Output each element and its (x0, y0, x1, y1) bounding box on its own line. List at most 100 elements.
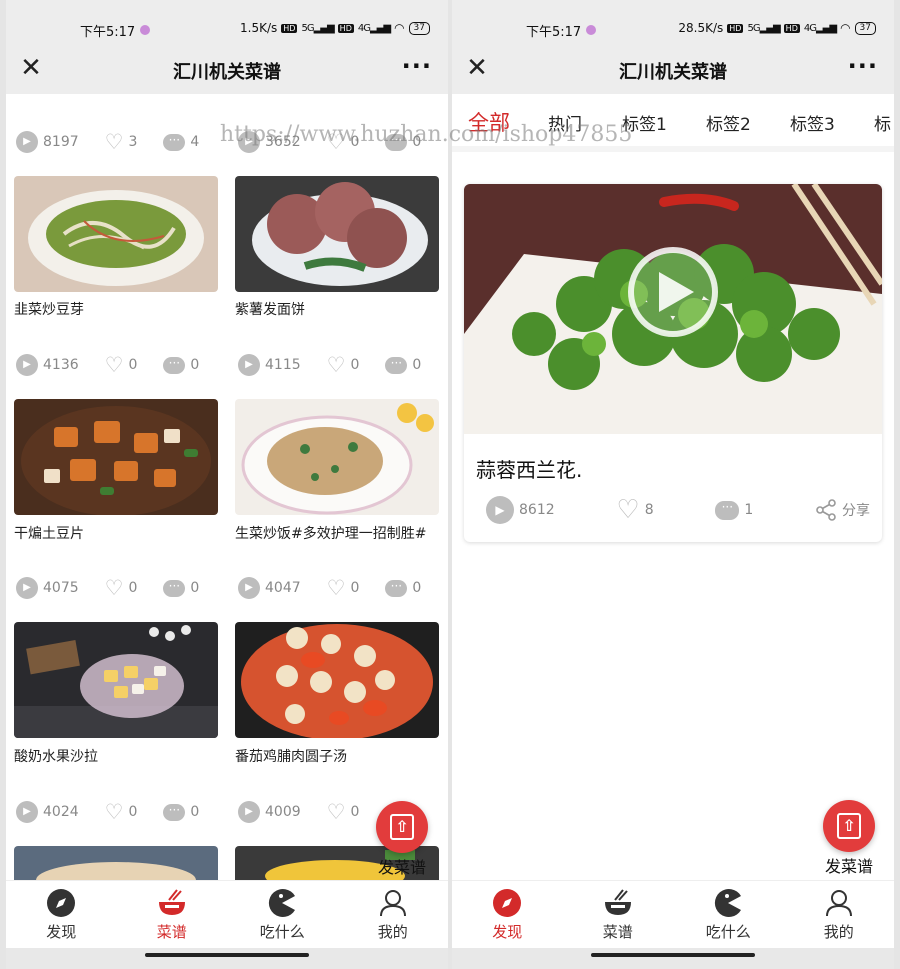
comment-icon: ··· (385, 356, 408, 374)
home-indicator[interactable] (591, 953, 755, 957)
publish-recipe-button[interactable]: ⇧ (823, 800, 875, 852)
comment-count[interactable]: ··· 0 (163, 356, 199, 374)
recipe-image[interactable] (235, 176, 439, 292)
like-count[interactable]: ♡ 3 (105, 131, 138, 153)
tab-recipes[interactable]: 菜谱 (563, 881, 674, 948)
share-button[interactable]: 分享 (815, 499, 870, 521)
net-5g-label: 5G (747, 22, 760, 34)
recipe-image[interactable] (14, 176, 218, 292)
like-count-value: 0 (350, 357, 360, 373)
like-count[interactable]: ♡ 0 (327, 577, 360, 599)
comment-count[interactable]: ··· 1 (715, 500, 754, 520)
comment-count[interactable]: ··· 4 (163, 133, 200, 151)
comment-icon: ··· (163, 356, 186, 374)
comment-icon: ··· (385, 579, 408, 597)
compass-icon (47, 889, 76, 917)
tab-recipes[interactable]: 菜谱 (117, 881, 228, 948)
recipe-title[interactable]: 紫薯发面饼 (235, 298, 441, 322)
tab-profile[interactable]: 我的 (784, 881, 895, 948)
more-icon[interactable]: ··· (402, 52, 432, 80)
play-count: ▶ 8612 (486, 496, 555, 524)
wifi-icon: ◠ (840, 21, 851, 35)
play-count-value: 8197 (43, 134, 79, 150)
comment-count-value: 4 (190, 134, 200, 150)
share-icon (816, 499, 836, 521)
tab-what-to-eat[interactable]: 吃什么 (227, 881, 338, 948)
recipe-title[interactable]: 韭菜炒豆芽 (14, 298, 220, 322)
status-time: 下午5:17 (526, 25, 582, 40)
signal-5g-icon: 5G▂▄▆ (747, 22, 780, 34)
recipe-title[interactable]: 干煸土豆片 (14, 522, 220, 546)
comment-count[interactable]: ··· 0 (385, 579, 422, 597)
user-icon (825, 890, 852, 917)
comment-count-value: 1 (744, 502, 754, 518)
like-count-value: 3 (128, 134, 138, 150)
publish-recipe-label[interactable]: 发菜谱 (825, 853, 873, 877)
like-count[interactable]: ♡ 0 (327, 354, 360, 376)
video-thumbnail[interactable] (464, 184, 882, 434)
tab-label: 我的 (377, 923, 408, 941)
recipe-image[interactable] (14, 622, 218, 738)
notification-dot-icon (140, 25, 150, 35)
heart-icon: ♡ (104, 130, 124, 154)
comment-count[interactable]: ··· 0 (163, 803, 199, 821)
like-count[interactable]: ♡ 0 (105, 577, 138, 599)
tab-label: 菜谱 (156, 923, 187, 941)
comment-count[interactable]: ··· 0 (163, 579, 199, 597)
wifi-icon: ◠ (394, 21, 405, 35)
heart-icon: ♡ (104, 800, 124, 824)
notification-dot-icon (586, 25, 596, 35)
publish-recipe-button[interactable]: ⇧ (376, 801, 428, 853)
video-card[interactable]: 蒜蓉西兰花. ▶ 8612 ♡ 8 ··· 1 分享 (464, 184, 882, 542)
like-count[interactable]: ♡ 0 (327, 801, 360, 823)
like-count[interactable]: ♡ 0 (105, 354, 138, 376)
recipe-title[interactable]: 生菜炒饭#多效护理一招制胜# (235, 522, 441, 546)
recipe-image[interactable] (235, 622, 439, 738)
heart-icon: ♡ (326, 353, 346, 377)
like-count-value: 0 (350, 580, 360, 596)
home-indicator[interactable] (145, 953, 309, 957)
comment-count-value: 0 (412, 580, 422, 596)
play-count-value: 4075 (43, 580, 79, 596)
recipe-title[interactable]: 番茄鸡脯肉圆子汤 (235, 745, 441, 769)
recipe-image[interactable] (235, 399, 439, 515)
tab-discover[interactable]: 发现 (452, 881, 563, 948)
screens: 下午5:17 1.5K/s HD 5G▂▄▆ HD 4G▂▄▆ ◠ 37 ✕ 汇… (0, 0, 900, 969)
play-count: ▶ 8197 (16, 131, 79, 153)
comment-icon: ··· (163, 803, 186, 821)
hd-badge: HD (727, 23, 744, 33)
play-icon: ▶ (238, 801, 260, 823)
like-count[interactable]: ♡ 8 (616, 497, 653, 523)
bowl-icon (604, 889, 631, 915)
play-icon: ▶ (16, 131, 38, 153)
more-icon[interactable]: ··· (848, 52, 878, 80)
publish-recipe-label[interactable]: 发菜谱 (378, 854, 426, 878)
tab-discover[interactable]: 发现 (6, 881, 117, 948)
status-time: 下午5:17 (80, 25, 136, 40)
recipe-title[interactable]: 酸奶水果沙拉 (14, 745, 220, 769)
like-count[interactable]: ♡ 0 (105, 801, 138, 823)
compass-icon (493, 889, 522, 917)
heart-icon: ♡ (104, 353, 124, 377)
tab-label: 吃什么 (259, 923, 305, 941)
recipe-image[interactable] (14, 846, 218, 880)
comment-count[interactable]: ··· 0 (385, 356, 422, 374)
recipe-image[interactable] (14, 399, 218, 515)
hd-badge: HD (281, 23, 298, 33)
nav-bar: ✕ 汇川机关菜谱 ··· (452, 44, 894, 94)
upload-icon: ⇧ (390, 814, 414, 840)
tab-tag-more[interactable]: 标 (874, 110, 891, 135)
tab-label: 吃什么 (705, 923, 751, 941)
video-title[interactable]: 蒜蓉西兰花. (476, 454, 582, 483)
video-stats: ▶ 8612 ♡ 8 ··· 1 分享 (486, 496, 870, 524)
card-stats: ▶ 4115 ♡ 0 ··· 0 (238, 353, 438, 377)
tab-profile[interactable]: 我的 (338, 881, 449, 948)
tab-what-to-eat[interactable]: 吃什么 (673, 881, 784, 948)
play-count-value: 8612 (519, 502, 555, 518)
upload-icon: ⇧ (837, 813, 861, 839)
signal-4g-icon: 4G▂▄▆ (803, 22, 837, 34)
tab-tag-3[interactable]: 标签3 (790, 110, 835, 135)
tab-tag-2[interactable]: 标签2 (706, 110, 751, 135)
comment-count-value: 0 (412, 357, 422, 373)
play-icon: ▶ (16, 801, 38, 823)
